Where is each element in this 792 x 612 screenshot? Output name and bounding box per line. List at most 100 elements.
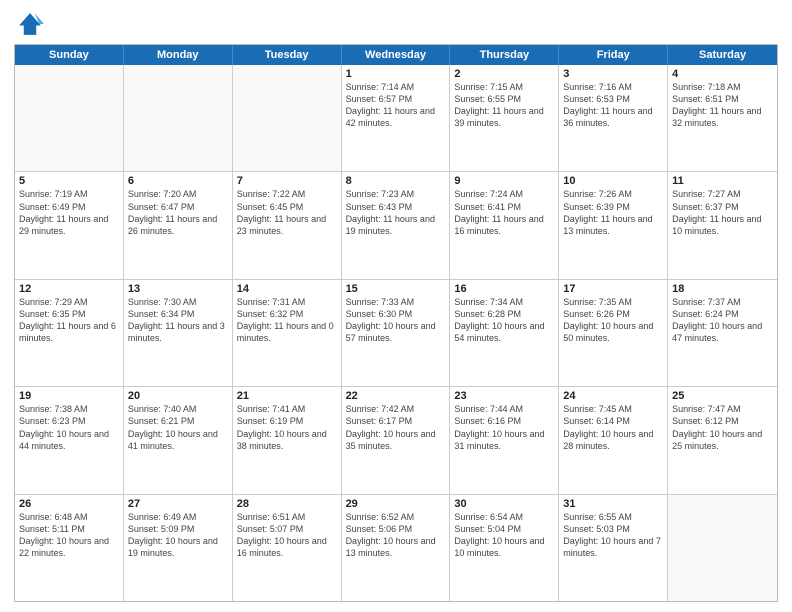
day-info: Sunrise: 6:52 AM Sunset: 5:06 PM Dayligh… (346, 511, 446, 560)
calendar-cell: 1Sunrise: 7:14 AM Sunset: 6:57 PM Daylig… (342, 65, 451, 171)
day-number: 3 (563, 68, 663, 80)
day-number: 21 (237, 390, 337, 402)
day-info: Sunrise: 7:38 AM Sunset: 6:23 PM Dayligh… (19, 403, 119, 452)
day-number: 15 (346, 283, 446, 295)
calendar-cell: 20Sunrise: 7:40 AM Sunset: 6:21 PM Dayli… (124, 387, 233, 493)
calendar-cell: 7Sunrise: 7:22 AM Sunset: 6:45 PM Daylig… (233, 172, 342, 278)
calendar-cell: 14Sunrise: 7:31 AM Sunset: 6:32 PM Dayli… (233, 280, 342, 386)
calendar-cell-empty (15, 65, 124, 171)
page: SundayMondayTuesdayWednesdayThursdayFrid… (0, 0, 792, 612)
day-number: 9 (454, 175, 554, 187)
calendar-row: 26Sunrise: 6:48 AM Sunset: 5:11 PM Dayli… (15, 494, 777, 601)
calendar-body: 1Sunrise: 7:14 AM Sunset: 6:57 PM Daylig… (15, 65, 777, 601)
calendar-cell: 11Sunrise: 7:27 AM Sunset: 6:37 PM Dayli… (668, 172, 777, 278)
calendar-header-cell: Tuesday (233, 45, 342, 65)
calendar-header-row: SundayMondayTuesdayWednesdayThursdayFrid… (15, 45, 777, 65)
day-info: Sunrise: 7:27 AM Sunset: 6:37 PM Dayligh… (672, 188, 773, 237)
calendar-cell: 30Sunrise: 6:54 AM Sunset: 5:04 PM Dayli… (450, 495, 559, 601)
calendar: SundayMondayTuesdayWednesdayThursdayFrid… (14, 44, 778, 602)
calendar-cell: 5Sunrise: 7:19 AM Sunset: 6:49 PM Daylig… (15, 172, 124, 278)
calendar-header-cell: Thursday (450, 45, 559, 65)
day-number: 8 (346, 175, 446, 187)
day-number: 19 (19, 390, 119, 402)
day-info: Sunrise: 7:15 AM Sunset: 6:55 PM Dayligh… (454, 81, 554, 130)
calendar-cell: 10Sunrise: 7:26 AM Sunset: 6:39 PM Dayli… (559, 172, 668, 278)
calendar-cell-empty (124, 65, 233, 171)
calendar-cell-empty (668, 495, 777, 601)
day-info: Sunrise: 6:48 AM Sunset: 5:11 PM Dayligh… (19, 511, 119, 560)
calendar-cell: 12Sunrise: 7:29 AM Sunset: 6:35 PM Dayli… (15, 280, 124, 386)
day-info: Sunrise: 7:45 AM Sunset: 6:14 PM Dayligh… (563, 403, 663, 452)
day-info: Sunrise: 7:30 AM Sunset: 6:34 PM Dayligh… (128, 296, 228, 345)
calendar-header-cell: Wednesday (342, 45, 451, 65)
calendar-header-cell: Monday (124, 45, 233, 65)
day-info: Sunrise: 7:23 AM Sunset: 6:43 PM Dayligh… (346, 188, 446, 237)
header (14, 10, 778, 38)
day-info: Sunrise: 7:37 AM Sunset: 6:24 PM Dayligh… (672, 296, 773, 345)
day-number: 7 (237, 175, 337, 187)
day-info: Sunrise: 6:55 AM Sunset: 5:03 PM Dayligh… (563, 511, 663, 560)
calendar-header-cell: Saturday (668, 45, 777, 65)
day-info: Sunrise: 7:42 AM Sunset: 6:17 PM Dayligh… (346, 403, 446, 452)
calendar-row: 1Sunrise: 7:14 AM Sunset: 6:57 PM Daylig… (15, 65, 777, 171)
day-number: 14 (237, 283, 337, 295)
day-info: Sunrise: 7:26 AM Sunset: 6:39 PM Dayligh… (563, 188, 663, 237)
logo-icon (16, 10, 44, 38)
calendar-cell: 21Sunrise: 7:41 AM Sunset: 6:19 PM Dayli… (233, 387, 342, 493)
day-info: Sunrise: 7:18 AM Sunset: 6:51 PM Dayligh… (672, 81, 773, 130)
day-info: Sunrise: 7:44 AM Sunset: 6:16 PM Dayligh… (454, 403, 554, 452)
calendar-cell: 19Sunrise: 7:38 AM Sunset: 6:23 PM Dayli… (15, 387, 124, 493)
calendar-cell: 25Sunrise: 7:47 AM Sunset: 6:12 PM Dayli… (668, 387, 777, 493)
day-number: 30 (454, 498, 554, 510)
day-number: 4 (672, 68, 773, 80)
calendar-cell: 22Sunrise: 7:42 AM Sunset: 6:17 PM Dayli… (342, 387, 451, 493)
day-info: Sunrise: 7:16 AM Sunset: 6:53 PM Dayligh… (563, 81, 663, 130)
calendar-cell: 15Sunrise: 7:33 AM Sunset: 6:30 PM Dayli… (342, 280, 451, 386)
day-info: Sunrise: 6:49 AM Sunset: 5:09 PM Dayligh… (128, 511, 228, 560)
calendar-header-cell: Friday (559, 45, 668, 65)
day-number: 5 (19, 175, 119, 187)
day-info: Sunrise: 7:33 AM Sunset: 6:30 PM Dayligh… (346, 296, 446, 345)
day-number: 27 (128, 498, 228, 510)
day-number: 12 (19, 283, 119, 295)
calendar-cell: 23Sunrise: 7:44 AM Sunset: 6:16 PM Dayli… (450, 387, 559, 493)
calendar-header-cell: Sunday (15, 45, 124, 65)
day-info: Sunrise: 7:19 AM Sunset: 6:49 PM Dayligh… (19, 188, 119, 237)
day-number: 10 (563, 175, 663, 187)
day-number: 31 (563, 498, 663, 510)
day-number: 13 (128, 283, 228, 295)
calendar-cell: 16Sunrise: 7:34 AM Sunset: 6:28 PM Dayli… (450, 280, 559, 386)
calendar-cell: 17Sunrise: 7:35 AM Sunset: 6:26 PM Dayli… (559, 280, 668, 386)
calendar-cell: 27Sunrise: 6:49 AM Sunset: 5:09 PM Dayli… (124, 495, 233, 601)
day-info: Sunrise: 7:35 AM Sunset: 6:26 PM Dayligh… (563, 296, 663, 345)
day-number: 29 (346, 498, 446, 510)
day-number: 1 (346, 68, 446, 80)
day-info: Sunrise: 7:41 AM Sunset: 6:19 PM Dayligh… (237, 403, 337, 452)
calendar-row: 19Sunrise: 7:38 AM Sunset: 6:23 PM Dayli… (15, 386, 777, 493)
day-number: 6 (128, 175, 228, 187)
calendar-cell: 29Sunrise: 6:52 AM Sunset: 5:06 PM Dayli… (342, 495, 451, 601)
day-number: 20 (128, 390, 228, 402)
calendar-cell: 8Sunrise: 7:23 AM Sunset: 6:43 PM Daylig… (342, 172, 451, 278)
day-info: Sunrise: 6:54 AM Sunset: 5:04 PM Dayligh… (454, 511, 554, 560)
calendar-cell-empty (233, 65, 342, 171)
day-number: 17 (563, 283, 663, 295)
calendar-cell: 2Sunrise: 7:15 AM Sunset: 6:55 PM Daylig… (450, 65, 559, 171)
calendar-cell: 13Sunrise: 7:30 AM Sunset: 6:34 PM Dayli… (124, 280, 233, 386)
day-info: Sunrise: 7:20 AM Sunset: 6:47 PM Dayligh… (128, 188, 228, 237)
day-info: Sunrise: 7:29 AM Sunset: 6:35 PM Dayligh… (19, 296, 119, 345)
day-number: 24 (563, 390, 663, 402)
day-info: Sunrise: 7:34 AM Sunset: 6:28 PM Dayligh… (454, 296, 554, 345)
day-number: 11 (672, 175, 773, 187)
day-number: 28 (237, 498, 337, 510)
day-number: 25 (672, 390, 773, 402)
calendar-cell: 31Sunrise: 6:55 AM Sunset: 5:03 PM Dayli… (559, 495, 668, 601)
calendar-row: 5Sunrise: 7:19 AM Sunset: 6:49 PM Daylig… (15, 171, 777, 278)
calendar-cell: 26Sunrise: 6:48 AM Sunset: 5:11 PM Dayli… (15, 495, 124, 601)
day-number: 23 (454, 390, 554, 402)
day-info: Sunrise: 7:47 AM Sunset: 6:12 PM Dayligh… (672, 403, 773, 452)
day-number: 18 (672, 283, 773, 295)
day-number: 16 (454, 283, 554, 295)
day-info: Sunrise: 7:14 AM Sunset: 6:57 PM Dayligh… (346, 81, 446, 130)
day-number: 2 (454, 68, 554, 80)
